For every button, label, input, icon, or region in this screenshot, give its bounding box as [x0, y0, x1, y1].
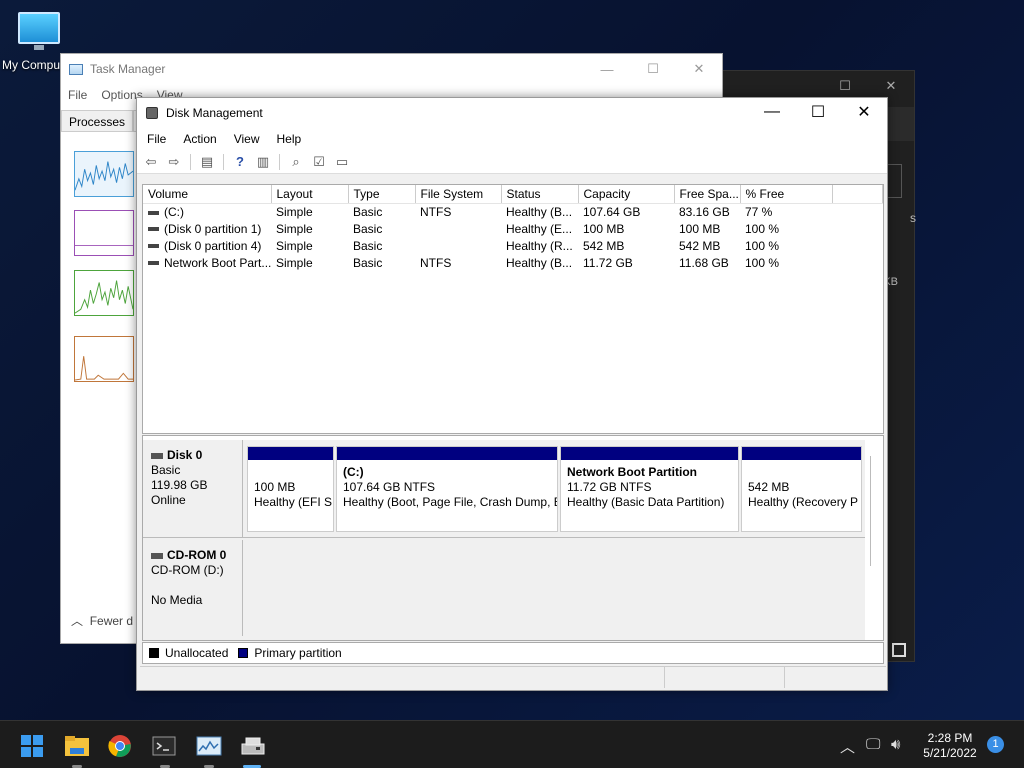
connect-drive-icon[interactable]: ⌕ — [286, 153, 306, 171]
properties-icon[interactable]: ▭ — [332, 153, 352, 171]
volume-icon — [148, 261, 159, 266]
minimize-icon[interactable]: — — [749, 98, 795, 126]
table-row[interactable]: (Disk 0 partition 1) Simple Basic Health… — [143, 220, 883, 237]
menu-view[interactable]: View — [234, 132, 260, 146]
menu-help[interactable]: Help — [277, 132, 302, 146]
maximize-icon[interactable]: ☐ — [630, 54, 676, 84]
clock-time: 2:28 PM — [927, 731, 973, 745]
status-bar — [140, 666, 886, 688]
column-header[interactable]: Layout — [271, 185, 349, 204]
disk-management-window: Disk Management — ☐ ✕ File Action View H… — [136, 97, 888, 691]
back-arrow-icon[interactable]: ⇦ — [141, 153, 161, 171]
volume-icon — [148, 210, 159, 215]
desktop-icon-label: My Compu — [2, 58, 61, 72]
cdrom-icon — [151, 552, 163, 559]
clock[interactable]: 2:28 PM 5/21/2022 — [912, 731, 988, 761]
performance-sidebar — [61, 134, 137, 564]
tab-processes[interactable]: Processes — [61, 110, 134, 131]
disk-icon — [151, 452, 163, 459]
volume-header-row: Volume Layout Type File System Status Ca… — [143, 185, 883, 204]
column-header[interactable]: File System — [415, 185, 502, 204]
disk-management-icon — [146, 107, 158, 119]
notification-badge[interactable]: 1 — [987, 736, 1004, 753]
cdrom-row: CD-ROM 0 CD-ROM (D:) No Media — [143, 540, 865, 636]
close-icon[interactable]: ✕ — [676, 54, 722, 84]
disk-map: Disk 0 Basic 119.98 GB Online 100 MB Hea… — [142, 435, 884, 641]
window-icon[interactable] — [892, 643, 906, 657]
cpu-graph[interactable] — [74, 151, 134, 197]
chrome-icon[interactable] — [108, 734, 132, 758]
disk-label[interactable]: Disk 0 Basic 119.98 GB Online — [143, 440, 243, 537]
terminal-icon[interactable] — [152, 734, 176, 758]
help-icon[interactable]: ? — [230, 153, 250, 171]
chevron-up-icon[interactable]: ︿ — [840, 736, 855, 757]
taskbar: ︿ 🖵 🔊︎ 2:28 PM 5/21/2022 — [0, 720, 1024, 768]
fewer-details-link[interactable]: ︿ Fewer d — [71, 612, 133, 629]
primary-swatch — [238, 648, 249, 658]
disk-row: Disk 0 Basic 119.98 GB Online 100 MB Hea… — [143, 440, 865, 538]
window-title: Disk Management — [166, 106, 263, 120]
partition-network-boot[interactable]: Network Boot Partition 11.72 GB NTFS Hea… — [560, 446, 739, 532]
volume-icon — [148, 244, 159, 249]
column-header[interactable]: Free Spa... — [674, 185, 741, 204]
volume-icon — [148, 227, 159, 232]
column-header[interactable]: Capacity — [578, 185, 675, 204]
scrollbar[interactable] — [870, 456, 876, 566]
column-header[interactable]: Type — [348, 185, 416, 204]
disk-graph[interactable] — [74, 270, 134, 316]
chevron-up-icon: ︿ — [71, 614, 84, 628]
minimize-icon[interactable]: — — [584, 54, 630, 84]
cdrom-label[interactable]: CD-ROM 0 CD-ROM (D:) No Media — [143, 540, 243, 636]
table-row[interactable]: (C:) Simple Basic NTFS Healthy (B... 107… — [143, 203, 883, 220]
table-row[interactable]: (Disk 0 partition 4) Simple Basic Health… — [143, 237, 883, 254]
column-header[interactable]: Volume — [143, 185, 272, 204]
unallocated-swatch — [149, 648, 159, 658]
partition-recovery[interactable]: 542 MB Healthy (Recovery P — [741, 446, 862, 532]
volume-list: Volume Layout Type File System Status Ca… — [142, 184, 884, 434]
maximize-icon[interactable]: ☐ — [795, 98, 841, 126]
memory-graph[interactable] — [74, 210, 134, 256]
start-icon[interactable] — [20, 734, 44, 758]
window-title: Task Manager — [90, 62, 166, 76]
column-header[interactable]: % Free — [740, 185, 833, 204]
legend-primary: Primary partition — [254, 646, 342, 660]
forward-arrow-icon[interactable]: ⇨ — [164, 153, 184, 171]
task-manager-icon[interactable] — [196, 734, 222, 758]
show-hide-console-icon[interactable]: ▤ — [197, 153, 217, 171]
disk-management-icon[interactable] — [240, 734, 265, 758]
action-pane-icon[interactable]: ▥ — [253, 153, 273, 171]
menu-file[interactable]: File — [147, 132, 166, 146]
partition-efi[interactable]: 100 MB Healthy (EFI S — [247, 446, 334, 532]
close-icon[interactable]: ✕ — [868, 78, 914, 94]
menu-file[interactable]: File — [68, 88, 87, 102]
legend: Unallocated Primary partition — [142, 642, 884, 664]
partition-c[interactable]: (C:) 107.64 GB NTFS Healthy (Boot, Page … — [336, 446, 558, 532]
column-header[interactable]: Status — [501, 185, 579, 204]
clock-date: 5/21/2022 — [923, 746, 977, 760]
check-icon[interactable]: ☑ — [309, 153, 329, 171]
close-icon[interactable]: ✕ — [841, 98, 887, 126]
maximize-icon[interactable]: ☐ — [822, 78, 868, 94]
network-graph[interactable] — [74, 336, 134, 382]
network-icon[interactable]: 🖵 — [866, 736, 880, 753]
table-row[interactable]: Network Boot Part... Simple Basic NTFS H… — [143, 254, 883, 271]
legend-unallocated: Unallocated — [165, 646, 229, 660]
volume-icon[interactable]: 🔊︎ — [891, 736, 900, 753]
menu-action[interactable]: Action — [183, 132, 216, 146]
file-explorer-icon[interactable] — [64, 734, 89, 758]
task-manager-icon — [69, 63, 83, 75]
toolbar: ⇦ ⇨ ▤ ? ▥ ⌕ ☑ ▭ — [137, 150, 887, 174]
computer-icon — [18, 12, 60, 44]
